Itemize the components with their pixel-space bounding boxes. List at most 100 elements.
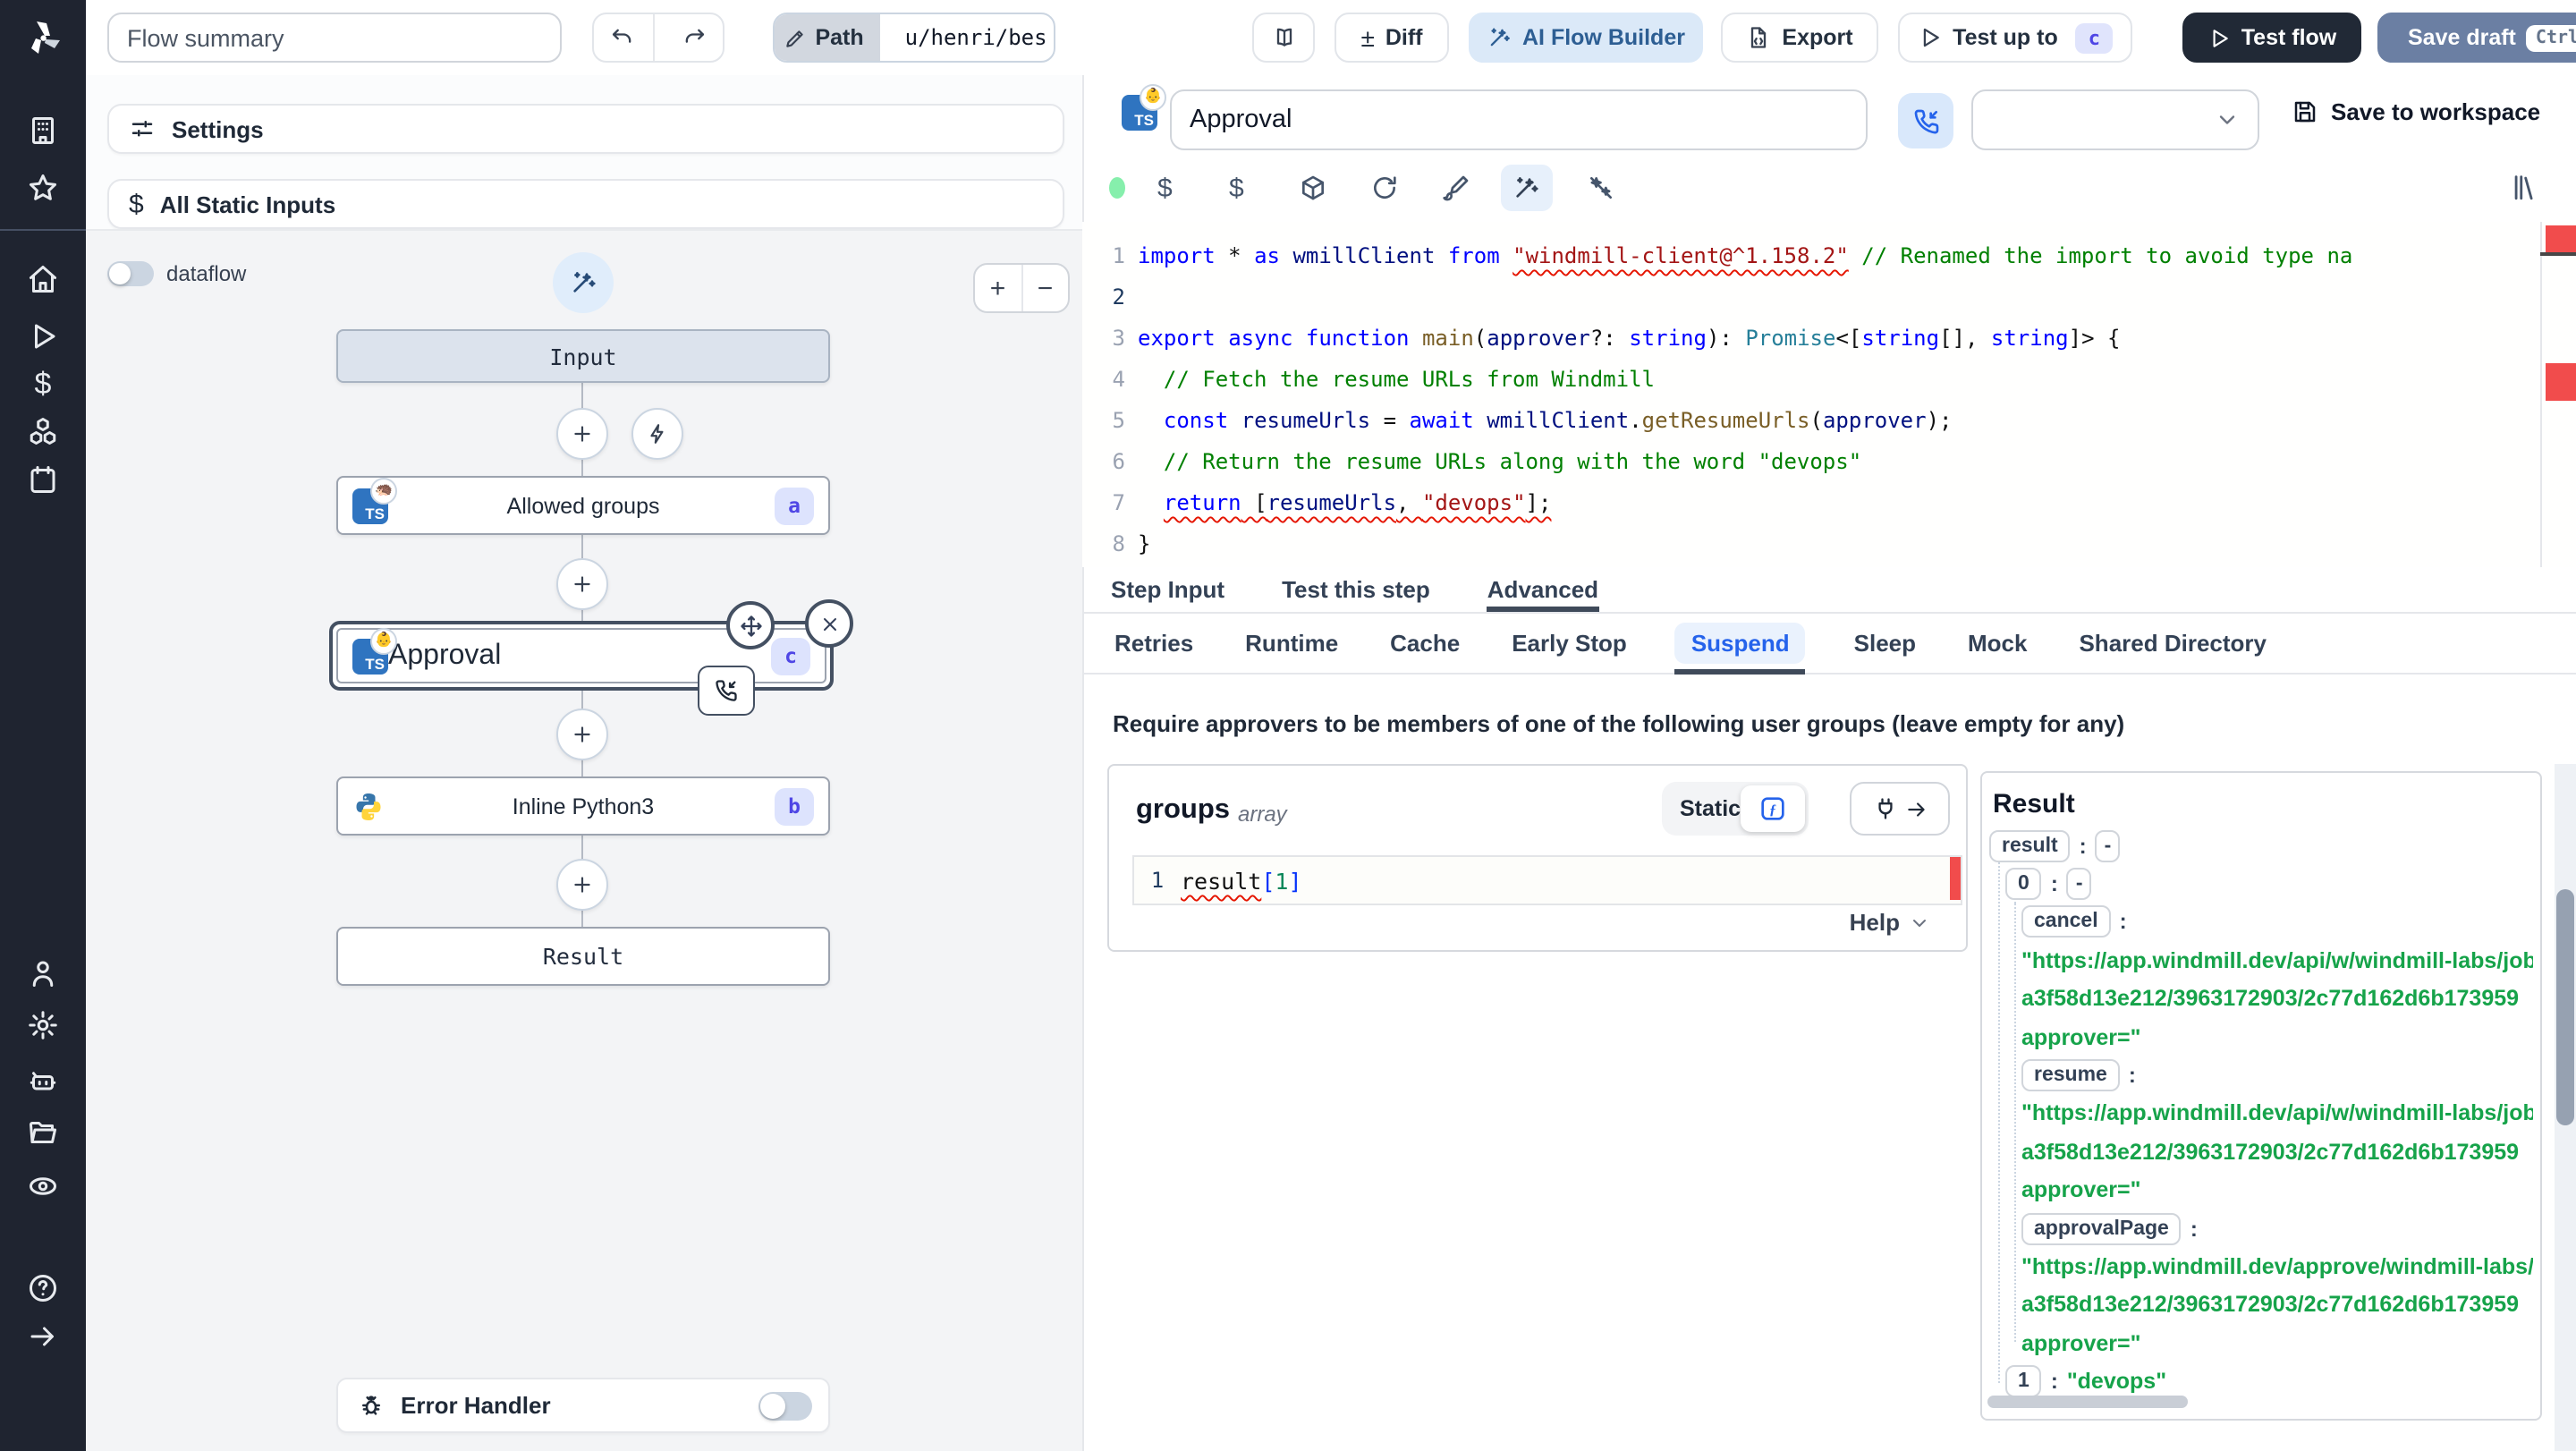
subtab-shared-directory[interactable]: Shared Directory bbox=[2075, 623, 2270, 664]
horizontal-scrollbar-thumb[interactable] bbox=[1987, 1396, 2188, 1408]
code-line[interactable]: 6 // Return the resume URLs along with t… bbox=[1082, 442, 2576, 483]
tab-test-this-step[interactable]: Test this step bbox=[1282, 567, 1430, 612]
format-brush-icon[interactable] bbox=[1442, 174, 1470, 202]
error-handler-toggle[interactable] bbox=[758, 1391, 812, 1420]
workspace-building-icon[interactable] bbox=[27, 115, 59, 147]
code-line[interactable]: 3 export async function main(approver?: s… bbox=[1082, 318, 2576, 360]
package-icon[interactable] bbox=[1299, 174, 1327, 202]
groups-type: array bbox=[1238, 802, 1287, 827]
tab-step-input[interactable]: Step Input bbox=[1111, 567, 1224, 612]
result-key-pill[interactable]: result bbox=[1989, 829, 2071, 862]
flow-node-input[interactable]: Input bbox=[336, 329, 830, 383]
tab-advanced[interactable]: Advanced bbox=[1487, 567, 1599, 612]
app-sidebar: $ bbox=[0, 0, 86, 1451]
connect-input-button[interactable] bbox=[1850, 782, 1950, 836]
result-key-pill[interactable]: cancel bbox=[2021, 905, 2111, 938]
result-key-pill[interactable]: resume bbox=[2021, 1059, 2120, 1092]
arrow-right-icon bbox=[1907, 802, 1924, 816]
zoom-in-button[interactable]: + bbox=[975, 265, 1022, 311]
collapse-toggle-pill[interactable]: - bbox=[2066, 868, 2092, 901]
suspend-phone-button[interactable] bbox=[1898, 93, 1953, 148]
code-line[interactable]: 2 bbox=[1082, 277, 2576, 318]
home-icon[interactable] bbox=[27, 263, 59, 295]
sparkles-off-icon[interactable] bbox=[1587, 174, 1615, 202]
subtab-retries[interactable]: Retries bbox=[1111, 623, 1197, 664]
resources-boxes-icon[interactable] bbox=[27, 415, 59, 447]
code-editor[interactable]: 1 import * as wmillClient from "windmill-… bbox=[1082, 222, 2576, 567]
result-row: a3f58d13e212/3963172903/2c77d162d6b17395… bbox=[1986, 1286, 2533, 1324]
add-step-button[interactable] bbox=[556, 408, 608, 460]
flow-node-allowed-groups[interactable]: TS 🦔 Allowed groups a bbox=[336, 476, 830, 535]
code-line[interactable]: 5 const resumeUrls = await wmillClient.g… bbox=[1082, 401, 2576, 442]
audit-eye-icon[interactable] bbox=[27, 1170, 59, 1202]
plug-icon bbox=[1877, 798, 1892, 819]
variables-dollar-icon[interactable]: $ bbox=[27, 367, 59, 401]
vertical-scrollbar-thumb[interactable] bbox=[2556, 889, 2574, 1125]
subtab-cache[interactable]: Cache bbox=[1386, 623, 1463, 664]
library-icon[interactable] bbox=[2510, 172, 2540, 202]
code-line[interactable]: 8} bbox=[1082, 524, 2576, 565]
flow-summary-input[interactable] bbox=[107, 13, 562, 63]
ai-flow-builder-button[interactable]: AI Flow Builder bbox=[1469, 13, 1703, 63]
result-key-pill[interactable]: 0 bbox=[2005, 868, 2042, 901]
flow-node-result[interactable]: Result bbox=[336, 927, 830, 986]
favorites-star-icon[interactable] bbox=[27, 172, 59, 204]
all-static-inputs-button[interactable]: $ All Static Inputs bbox=[107, 179, 1064, 229]
dataflow-toggle[interactable] bbox=[107, 261, 154, 286]
add-step-button[interactable] bbox=[556, 558, 608, 610]
export-button[interactable]: Export bbox=[1721, 13, 1878, 63]
code-line[interactable]: 4 // Fetch the resume URLs from Windmill bbox=[1082, 360, 2576, 401]
undo-button[interactable] bbox=[594, 14, 654, 61]
collapse-toggle-pill[interactable]: - bbox=[2095, 829, 2121, 862]
resources-dollar-icon[interactable]: $ bbox=[1229, 174, 1244, 204]
error-handler-row[interactable]: Error Handler bbox=[336, 1378, 830, 1433]
test-flow-button[interactable]: Test flow bbox=[2182, 13, 2361, 63]
result-key-pill[interactable]: 1 bbox=[2005, 1365, 2042, 1398]
function-mode-button[interactable]: ƒ bbox=[1741, 785, 1805, 832]
subtab-mock[interactable]: Mock bbox=[1964, 623, 2030, 664]
docs-book-button[interactable] bbox=[1252, 13, 1315, 63]
diff-button[interactable]: ± Diff bbox=[1335, 13, 1449, 63]
folders-icon[interactable] bbox=[27, 1116, 59, 1149]
add-step-button[interactable] bbox=[556, 859, 608, 911]
code-line[interactable]: 1 import * as wmillClient from "windmill-… bbox=[1082, 236, 2576, 277]
reset-refresh-icon[interactable] bbox=[1370, 174, 1399, 202]
path-button[interactable]: Path u/henri/bes bbox=[773, 13, 1055, 63]
ai-graph-wand-button[interactable] bbox=[553, 252, 614, 313]
add-step-button[interactable] bbox=[556, 709, 608, 760]
groups-expression-editor[interactable]: 1 result[1] bbox=[1132, 855, 1962, 905]
step-name-input[interactable] bbox=[1170, 89, 1868, 150]
template-select-dropdown[interactable] bbox=[1971, 89, 2259, 150]
subtab-sleep[interactable]: Sleep bbox=[1851, 623, 1919, 664]
schedules-calendar-icon[interactable] bbox=[27, 463, 59, 496]
runs-play-icon[interactable] bbox=[27, 320, 59, 352]
flow-node-inline-python[interactable]: Inline Python3 b bbox=[336, 776, 830, 836]
zoom-out-button[interactable]: − bbox=[1022, 265, 1068, 311]
expand-sidebar-arrow-icon[interactable] bbox=[27, 1320, 59, 1353]
variables-dollar-icon[interactable]: $ bbox=[1157, 174, 1173, 204]
subtab-suspend[interactable]: Suspend bbox=[1674, 623, 1806, 675]
redo-button[interactable] bbox=[665, 14, 723, 61]
move-step-handle[interactable] bbox=[726, 601, 775, 649]
save-draft-button[interactable]: Save draft Ctrl+S bbox=[2377, 13, 2576, 63]
static-mode-toggle[interactable]: Static ƒ bbox=[1662, 782, 1809, 836]
subtab-early-stop[interactable]: Early Stop bbox=[1508, 623, 1631, 664]
help-icon[interactable] bbox=[27, 1272, 59, 1304]
flow-settings-button[interactable]: Settings bbox=[107, 104, 1064, 154]
save-to-workspace-button[interactable]: Save to workspace bbox=[2292, 98, 2540, 125]
windmill-logo[interactable] bbox=[21, 16, 64, 59]
help-dropdown[interactable]: Help bbox=[1850, 909, 1930, 936]
code-line[interactable]: 7 return [resumeUrls, "devops"]; bbox=[1082, 483, 2576, 524]
user-icon[interactable] bbox=[27, 957, 59, 989]
workers-robot-icon[interactable] bbox=[27, 1065, 59, 1097]
test-up-to-button[interactable]: Test up to c bbox=[1898, 13, 2132, 63]
result-key-pill[interactable]: approvalPage bbox=[2021, 1212, 2182, 1245]
step-title: Approval bbox=[388, 640, 502, 670]
trigger-bolt-button[interactable] bbox=[631, 408, 683, 460]
ai-wand-icon[interactable] bbox=[1512, 174, 1540, 202]
settings-gear-icon[interactable] bbox=[27, 1009, 59, 1041]
subtab-runtime[interactable]: Runtime bbox=[1241, 623, 1342, 664]
delete-step-button[interactable] bbox=[805, 599, 853, 648]
dataflow-label: dataflow bbox=[166, 261, 247, 286]
colon: : bbox=[2190, 1216, 2198, 1242]
